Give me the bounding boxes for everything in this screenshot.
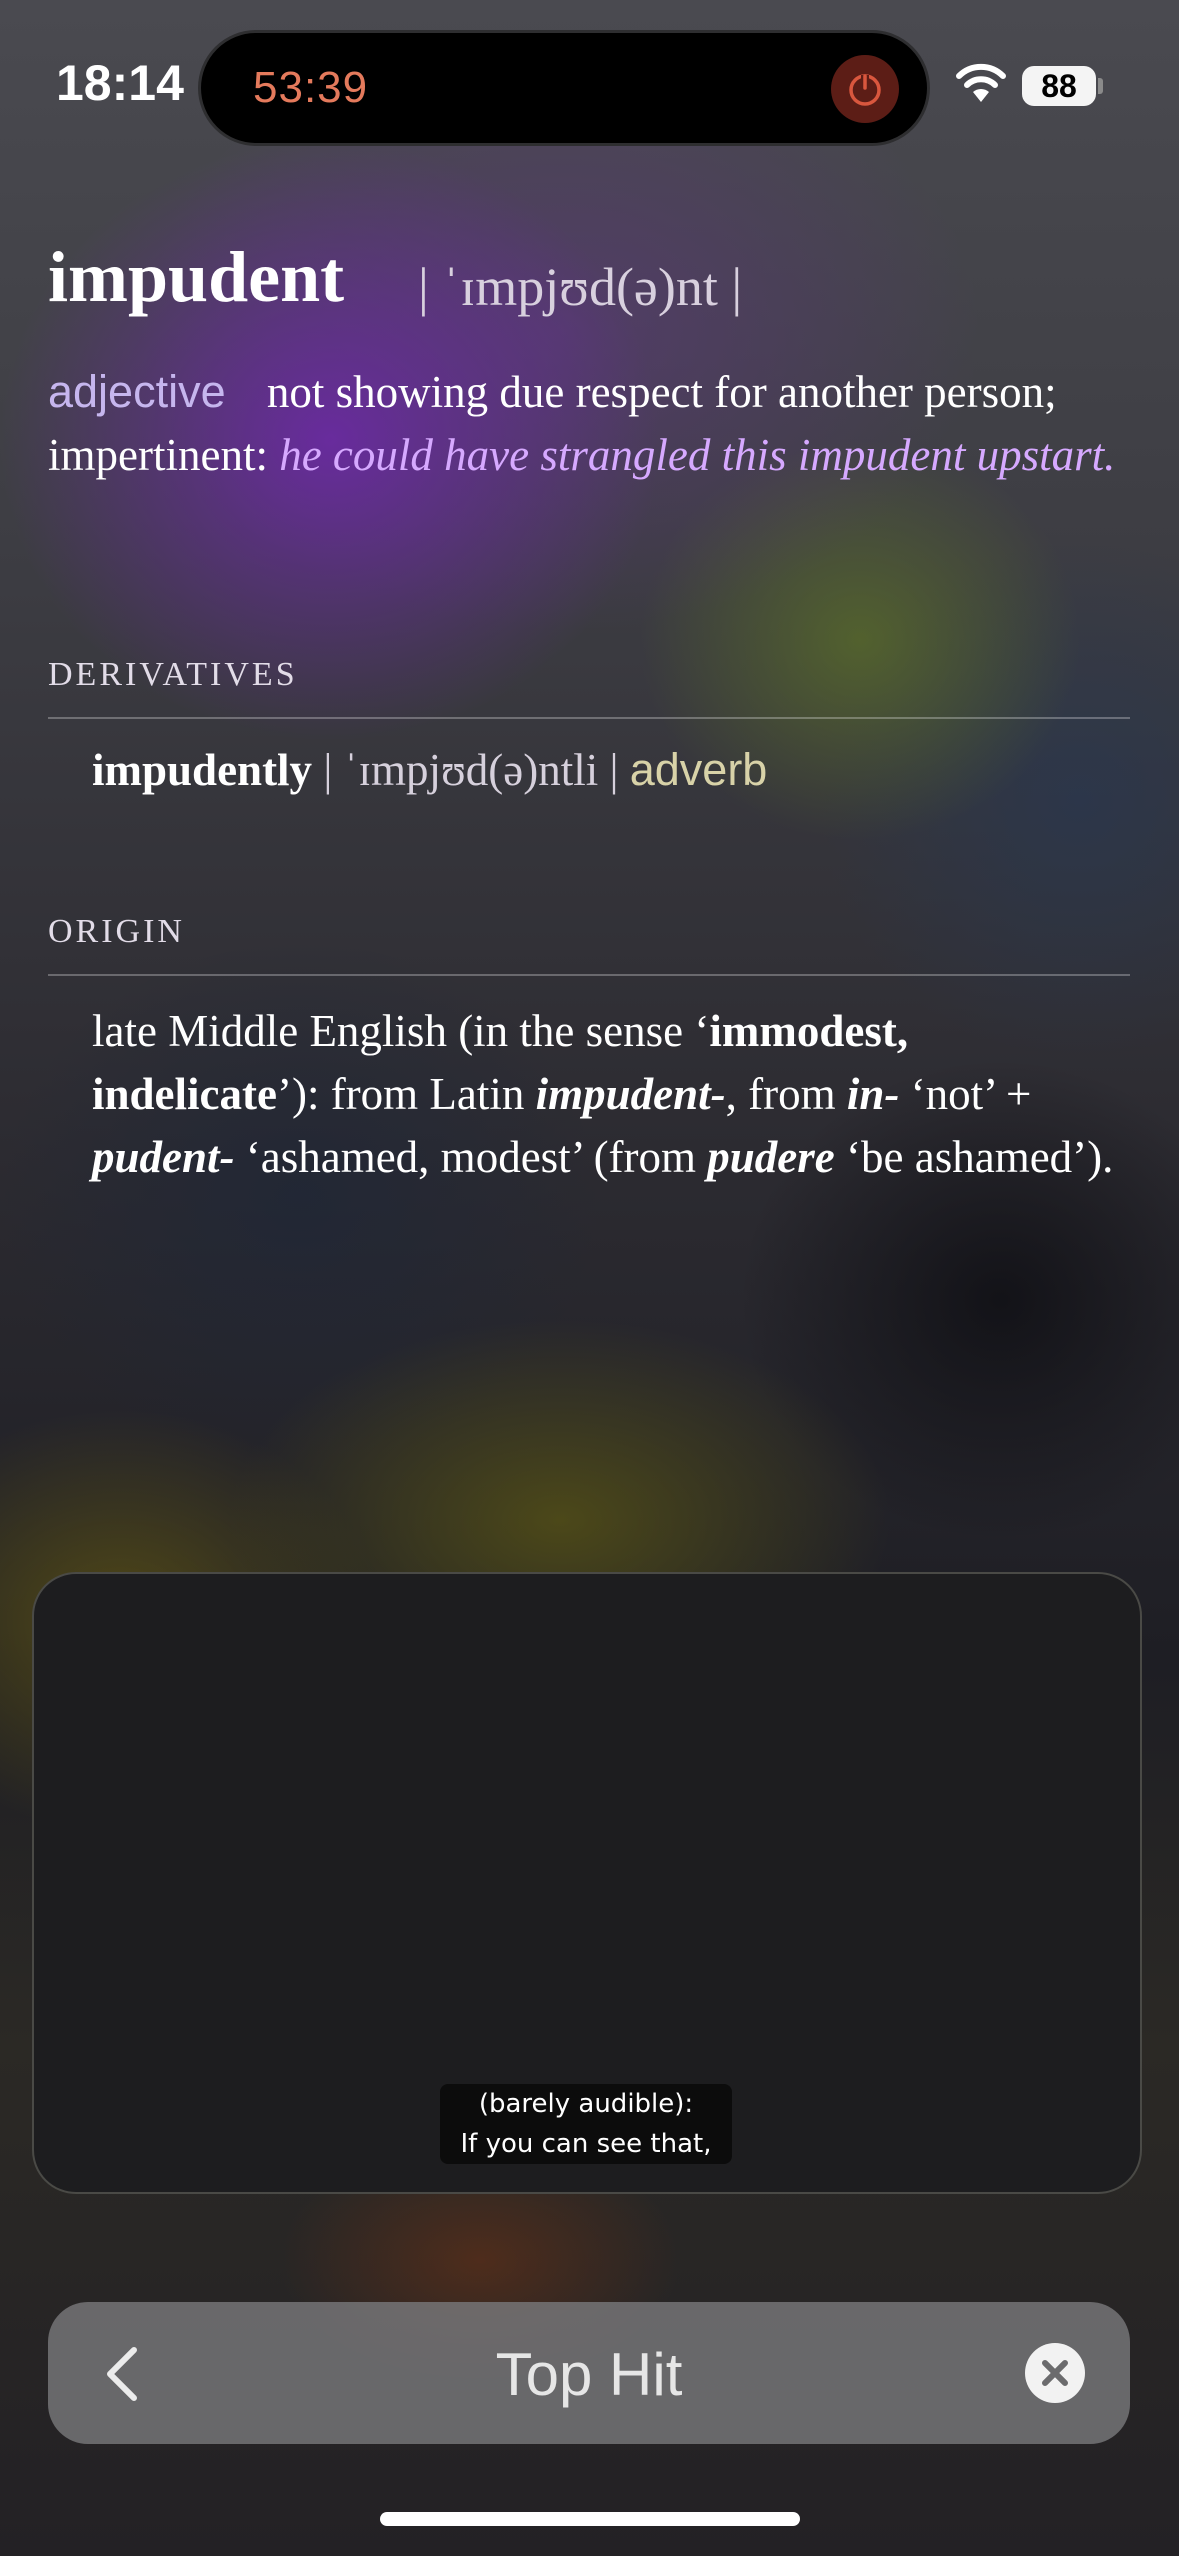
- home-indicator[interactable]: [380, 2512, 800, 2526]
- origin-part: ’): from Latin: [276, 1069, 536, 1119]
- origin-part: ‘be ashamed’).: [834, 1132, 1114, 1182]
- status-time: 18:14: [56, 55, 184, 111]
- origin-term: pudent-: [92, 1132, 235, 1182]
- battery-icon: 88: [1022, 66, 1096, 106]
- definition-block: adjective not showing due respect for an…: [48, 360, 1138, 487]
- search-bar[interactable]: Top Hit: [48, 2302, 1130, 2444]
- origin-part: , from: [725, 1069, 847, 1119]
- clear-icon[interactable]: [1024, 2342, 1086, 2404]
- pronunciation: | ˈɪmpjʊd(ə)nt |: [418, 257, 743, 317]
- derivative-part-of-speech: adverb: [629, 744, 768, 795]
- origin-part: ‘not’ +: [899, 1069, 1032, 1119]
- divider: [48, 974, 1130, 976]
- origin-term: in-: [846, 1069, 900, 1119]
- stop-icon: [849, 74, 881, 106]
- part-of-speech: adjective: [48, 366, 226, 417]
- origin-part: ‘ashamed, modest’ (from: [234, 1132, 708, 1182]
- stop-recording-button[interactable]: [831, 55, 899, 123]
- example-sentence: he could have strangled this impudent up…: [279, 430, 1116, 480]
- origin-title: ORIGIN: [48, 913, 185, 950]
- battery-tip: [1098, 78, 1103, 94]
- origin-term: impudent-: [535, 1069, 726, 1119]
- derivative-word: impudently: [92, 745, 313, 795]
- derivative-entry: impudently | ˈɪmpjʊd(ə)ntli | adverb: [92, 744, 767, 796]
- origin-text: late Middle English (in the sense ‘immod…: [92, 1000, 1142, 1189]
- divider: [48, 717, 1130, 719]
- headword: impudent: [48, 237, 345, 317]
- caption-line: If you can see that,: [460, 2129, 712, 2159]
- origin-part: late Middle English (in the sense ‘: [92, 1006, 710, 1056]
- dynamic-island[interactable]: 53:39: [198, 30, 930, 146]
- caption-line: (barely audible):: [478, 2089, 694, 2119]
- wifi-icon: [956, 63, 1006, 102]
- derivatives-title: DERIVATIVES: [48, 656, 298, 693]
- derivative-pronunciation: | ˈɪmpjʊd(ə)ntli |: [323, 745, 619, 795]
- island-timer: 53:39: [253, 63, 369, 112]
- origin-term: pudere: [707, 1132, 835, 1182]
- video-caption: (barely audible): If you can see that,: [440, 2084, 732, 2164]
- search-query[interactable]: Top Hit: [48, 2340, 1130, 2409]
